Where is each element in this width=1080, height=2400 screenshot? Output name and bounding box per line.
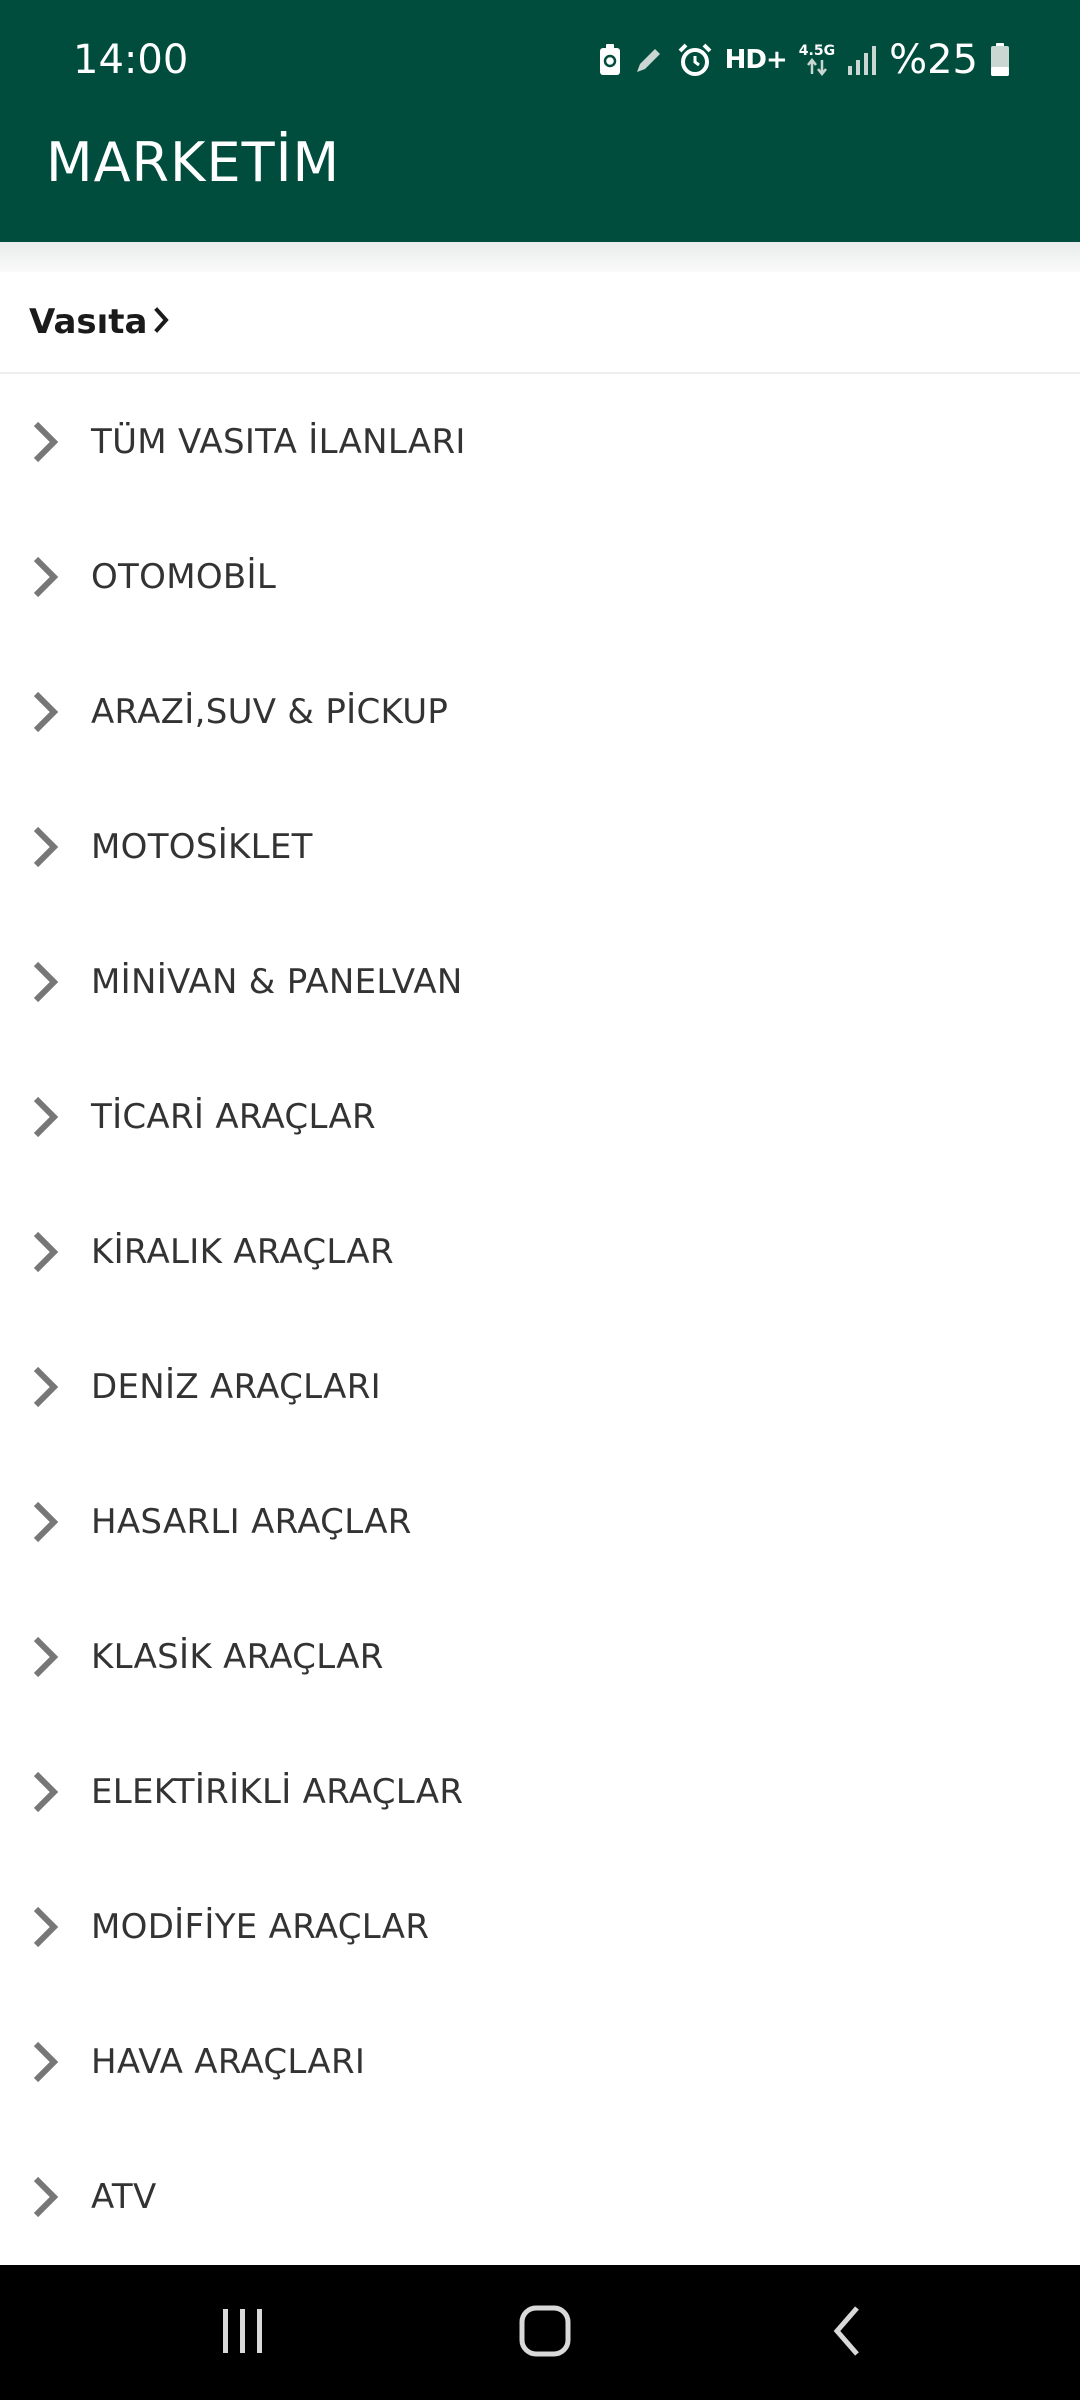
chevron-right-icon xyxy=(31,2040,61,2084)
category-item[interactable]: KLASİK ARAÇLAR xyxy=(0,1589,1080,1724)
category-label: ATV xyxy=(91,2176,157,2217)
screen: 14:00 HD+ 4.5G %25 MARKETİM Vasıta TÜM V… xyxy=(0,0,1080,2400)
category-label: KİRALIK ARAÇLAR xyxy=(91,1231,394,1272)
chevron-right-icon xyxy=(31,1500,61,1544)
category-item[interactable]: DENİZ ARAÇLARI xyxy=(0,1319,1080,1454)
recent-apps-button[interactable] xyxy=(163,2265,323,2400)
chevron-right-icon xyxy=(31,1230,61,1274)
breadcrumb: Vasıta xyxy=(0,272,1080,374)
app-title: MARKETİM xyxy=(46,131,341,194)
category-item[interactable]: HAVA ARAÇLARI xyxy=(0,1994,1080,2129)
category-label: TİCARİ ARAÇLAR xyxy=(91,1096,376,1137)
category-item[interactable]: MİNİVAN & PANELVAN xyxy=(0,914,1080,1049)
status-time: 14:00 xyxy=(73,37,189,83)
category-label: MİNİVAN & PANELVAN xyxy=(91,961,463,1002)
category-item[interactable]: ATV xyxy=(0,2129,1080,2264)
chevron-right-icon xyxy=(31,960,61,1004)
category-label: ARAZİ,SUV & PİCKUP xyxy=(91,691,449,732)
status-icons: HD+ 4.5G %25 xyxy=(599,34,1010,86)
recent-apps-icon xyxy=(218,2306,268,2360)
category-label: ELEKTİRİKLİ ARAÇLAR xyxy=(91,1771,464,1812)
chevron-right-icon xyxy=(31,2175,61,2219)
breadcrumb-link[interactable]: Vasıta xyxy=(29,302,170,342)
network-type: HD+ xyxy=(724,45,788,75)
home-button[interactable] xyxy=(465,2265,625,2400)
category-item[interactable]: MODİFİYE ARAÇLAR xyxy=(0,1859,1080,1994)
app-header: 14:00 HD+ 4.5G %25 MARKETİM xyxy=(0,0,1080,242)
category-label: TÜM VASITA İLANLARI xyxy=(91,421,466,462)
chevron-right-icon xyxy=(153,307,170,337)
category-label: OTOMOBİL xyxy=(91,556,277,597)
header-divider xyxy=(0,242,1080,272)
battery-icon xyxy=(990,43,1010,77)
chevron-right-icon xyxy=(31,1365,61,1409)
category-item[interactable]: OTOMOBİL xyxy=(0,509,1080,644)
category-label: MODİFİYE ARAÇLAR xyxy=(91,1906,430,1947)
category-label: MOTOSİKLET xyxy=(91,826,313,867)
category-label: KLASİK ARAÇLAR xyxy=(91,1636,384,1677)
category-item[interactable]: TİCARİ ARAÇLAR xyxy=(0,1049,1080,1184)
category-item[interactable]: ARAZİ,SUV & PİCKUP xyxy=(0,644,1080,779)
home-icon xyxy=(518,2304,572,2362)
category-list: TÜM VASITA İLANLARI OTOMOBİL ARAZİ,SUV &… xyxy=(0,374,1080,2264)
category-item[interactable]: ELEKTİRİKLİ ARAÇLAR xyxy=(0,1724,1080,1859)
chevron-right-icon xyxy=(31,555,61,599)
chevron-right-icon xyxy=(31,1770,61,1814)
category-label: HAVA ARAÇLARI xyxy=(91,2041,366,2082)
chevron-right-icon xyxy=(31,690,61,734)
signal-icon xyxy=(847,44,877,76)
data-arrows-icon: 4.5G xyxy=(799,44,835,76)
category-item[interactable]: TÜM VASITA İLANLARI xyxy=(0,374,1080,509)
category-item[interactable]: HASARLI ARAÇLAR xyxy=(0,1454,1080,1589)
chevron-right-icon xyxy=(31,1095,61,1139)
pencil-icon xyxy=(633,44,665,76)
battery-saver-icon xyxy=(599,44,621,76)
chevron-right-icon xyxy=(31,1635,61,1679)
category-item[interactable]: MOTOSİKLET xyxy=(0,779,1080,914)
back-icon xyxy=(829,2304,865,2362)
chevron-right-icon xyxy=(31,1905,61,1949)
chevron-right-icon xyxy=(31,420,61,464)
category-label: HASARLI ARAÇLAR xyxy=(91,1501,412,1542)
alarm-icon xyxy=(677,42,713,78)
network-gen: 4.5G xyxy=(798,43,836,59)
chevron-right-icon xyxy=(31,825,61,869)
back-button[interactable] xyxy=(767,2265,927,2400)
system-nav-bar xyxy=(0,2265,1080,2400)
battery-percent: %25 xyxy=(889,37,978,83)
breadcrumb-label: Vasıta xyxy=(29,302,148,342)
category-item[interactable]: KİRALIK ARAÇLAR xyxy=(0,1184,1080,1319)
category-label: DENİZ ARAÇLARI xyxy=(91,1366,381,1407)
